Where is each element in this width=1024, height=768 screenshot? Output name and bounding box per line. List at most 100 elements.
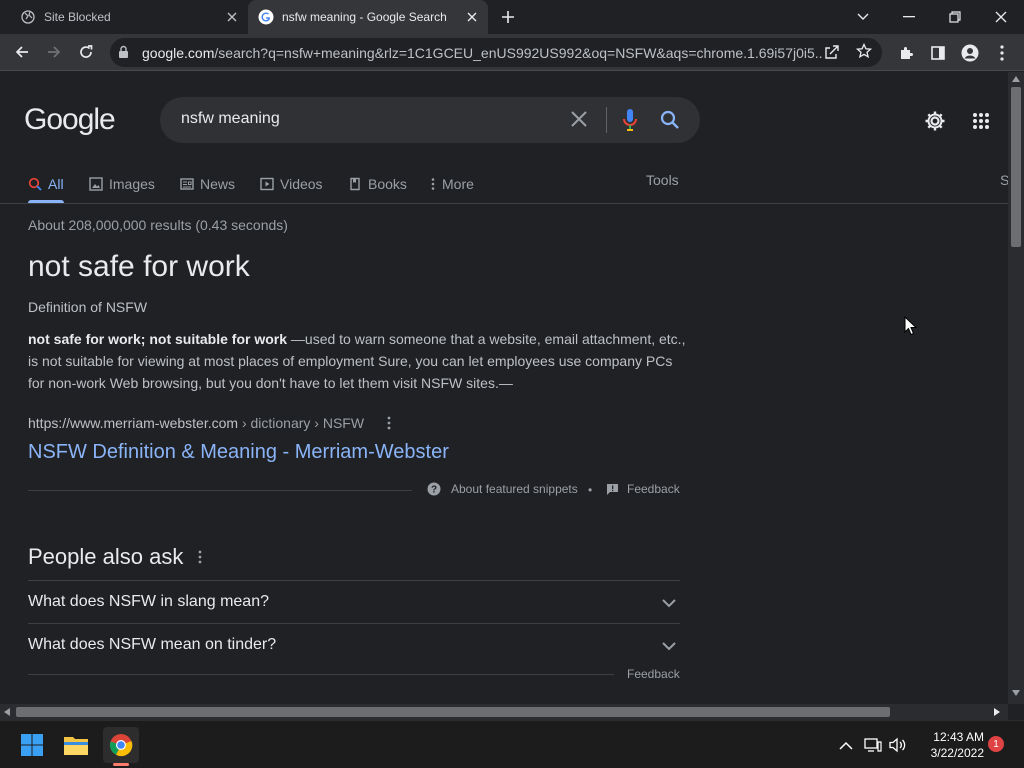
network-icon[interactable] — [863, 735, 883, 755]
divider — [28, 490, 412, 491]
vertical-scrollbar[interactable] — [1008, 72, 1024, 704]
snippet-bold: not safe for work; not suitable for work — [28, 331, 288, 347]
close-tab-icon[interactable] — [464, 9, 480, 25]
scroll-up-icon[interactable] — [1012, 76, 1020, 82]
side-panel-icon[interactable] — [926, 41, 950, 65]
search-tabs: All Images News Videos Books More — [0, 168, 1008, 204]
tab-label: News — [200, 176, 236, 192]
close-tab-icon[interactable] — [224, 9, 240, 25]
cite-path: › dictionary › NSFW — [238, 415, 365, 431]
tools-button[interactable]: Tools — [646, 172, 679, 188]
news-icon — [180, 178, 194, 190]
reload-button[interactable] — [74, 40, 98, 64]
active-tab-indicator — [28, 200, 64, 203]
result-options-icon[interactable] — [382, 415, 396, 436]
tab-all[interactable]: All — [28, 172, 64, 196]
bookmark-star-icon[interactable] — [855, 42, 873, 64]
chevron-up-icon[interactable] — [836, 735, 856, 755]
paa-question[interactable]: What does NSFW in slang mean? — [28, 580, 680, 623]
about-featured-snippets-label: About featured snippets — [451, 482, 578, 496]
clock-date: 3/22/2022 — [930, 746, 984, 760]
clock-time: 12:43 AM — [933, 730, 984, 744]
feedback-label: Feedback — [627, 482, 680, 496]
google-logo[interactable]: Google — [24, 103, 116, 137]
help-circle-icon: ? — [427, 482, 441, 496]
feedback-icon — [607, 483, 618, 495]
divider — [28, 674, 614, 675]
horizontal-scroll-thumb[interactable] — [16, 707, 890, 717]
horizontal-scrollbar[interactable] — [0, 704, 1008, 720]
active-app-indicator — [113, 763, 129, 766]
back-button[interactable] — [10, 40, 34, 64]
share-icon[interactable] — [824, 44, 840, 65]
browser-tab-site-blocked[interactable]: Site Blocked — [0, 0, 248, 34]
clear-search-icon[interactable] — [570, 110, 588, 133]
scroll-left-icon[interactable] — [4, 708, 10, 716]
tab-images[interactable]: Images — [89, 172, 155, 196]
microphone-icon[interactable] — [622, 108, 638, 137]
paa-question-text: What does NSFW mean on tinder? — [28, 636, 277, 653]
search-icon[interactable] — [660, 110, 680, 135]
search-divider — [606, 107, 607, 133]
google-apps-grid-icon[interactable] — [969, 109, 993, 133]
tab-title: nsfw meaning - Google Search — [282, 10, 447, 24]
side-panel-label[interactable]: S — [1000, 172, 1008, 188]
new-tab-button[interactable] — [498, 7, 518, 27]
definition-label: Definition of NSFW — [28, 299, 148, 315]
mouse-cursor-icon — [904, 315, 918, 341]
lock-icon[interactable] — [118, 45, 129, 64]
paa-question-text: What does NSFW in slang mean? — [28, 593, 269, 610]
search-input[interactable]: nsfw meaning — [181, 110, 280, 128]
chevron-down-icon[interactable] — [662, 595, 676, 613]
url-text[interactable]: google.com/search?q=nsfw+meaning&rlz=1C1… — [142, 45, 822, 61]
tab-label: More — [442, 176, 474, 192]
tab-videos[interactable]: Videos — [260, 172, 323, 196]
forward-button[interactable] — [42, 40, 66, 64]
result-title-link[interactable]: NSFW Definition & Meaning - Merriam-Webs… — [28, 441, 449, 464]
chevron-down-icon[interactable] — [662, 638, 676, 656]
browser-menu-icon[interactable] — [990, 41, 1014, 65]
book-icon — [350, 177, 360, 191]
cite-url: https://www.merriam-webster.com — [28, 415, 239, 431]
scroll-right-icon[interactable] — [994, 708, 1000, 716]
tab-label: Videos — [280, 176, 323, 192]
search-box[interactable]: nsfw meaning — [160, 97, 700, 143]
vertical-scroll-thumb[interactable] — [1011, 87, 1021, 247]
paa-feedback-link[interactable]: Feedback — [627, 667, 680, 681]
featured-answer: not safe for work — [28, 250, 250, 283]
chrome-taskbar-icon[interactable] — [103, 727, 139, 763]
tab-more[interactable]: More — [430, 172, 474, 196]
result-citation: https://www.merriam-webster.com › dictio… — [28, 415, 364, 431]
tab-label: Books — [368, 176, 407, 192]
url-host: google.com — [142, 45, 215, 61]
file-explorer-icon[interactable] — [58, 727, 94, 763]
browser-tab-google-search[interactable]: nsfw meaning - Google Search — [248, 0, 488, 34]
tab-label: Images — [109, 176, 155, 192]
tab-books[interactable]: Books — [348, 172, 407, 196]
close-window-button[interactable] — [988, 4, 1014, 30]
extensions-puzzle-icon[interactable] — [894, 41, 918, 65]
svg-text:?: ? — [431, 485, 437, 496]
windows-start-icon[interactable] — [14, 727, 50, 763]
minimize-button[interactable] — [896, 4, 922, 30]
profile-avatar-icon[interactable] — [958, 41, 982, 65]
volume-icon[interactable] — [888, 735, 908, 755]
tab-search-chevron-icon[interactable] — [850, 4, 876, 30]
video-icon — [260, 177, 274, 191]
feedback-button[interactable]: Feedback — [606, 482, 680, 496]
scrollbar-corner — [1008, 704, 1024, 720]
notification-badge[interactable]: 1 — [988, 736, 1004, 752]
snippet-text: not safe for work; not suitable for work… — [28, 328, 688, 394]
address-bar[interactable]: google.com/search?q=nsfw+meaning&rlz=1C1… — [110, 38, 882, 67]
more-vert-icon — [431, 178, 435, 190]
restore-button[interactable] — [942, 4, 968, 30]
tab-news[interactable]: News — [180, 172, 235, 196]
settings-gear-icon[interactable] — [923, 109, 947, 133]
paa-question[interactable]: What does NSFW mean on tinder? — [28, 623, 680, 666]
browser-toolbar: google.com/search?q=nsfw+meaning&rlz=1C1… — [0, 34, 1024, 71]
system-clock[interactable]: 12:43 AM 3/22/2022 — [912, 729, 984, 761]
about-featured-snippets-link[interactable]: ? About featured snippets — [427, 482, 578, 496]
paa-options-icon[interactable] — [193, 549, 207, 570]
tab-strip: Site Blocked nsfw meaning - Google Searc… — [0, 0, 1024, 34]
scroll-down-icon[interactable] — [1012, 690, 1020, 696]
